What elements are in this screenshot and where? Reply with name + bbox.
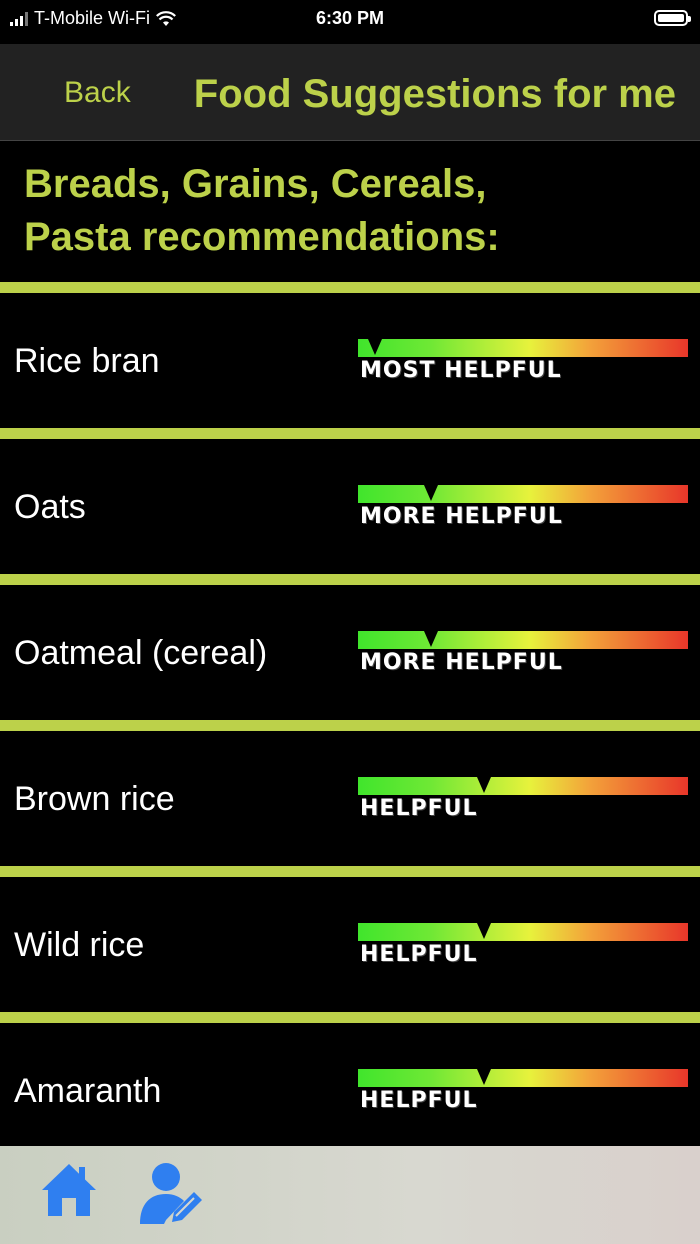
user-edit-icon[interactable] [136, 1160, 208, 1226]
rating-label: MORE HELPFUL [360, 504, 563, 529]
meter-marker [367, 339, 382, 355]
rating-label: HELPFUL [360, 1088, 478, 1113]
food-row[interactable]: Rice bran MOST HELPFUL [0, 282, 700, 428]
food-name: Brown rice [14, 780, 175, 818]
helpfulness-meter: HELPFUL [358, 923, 688, 983]
status-time: 6:30 PM [315, 8, 385, 28]
helpfulness-meter: HELPFUL [358, 777, 688, 837]
rating-label: MORE HELPFUL [360, 650, 563, 675]
food-name: Oatmeal (cereal) [14, 634, 268, 672]
food-name: Amaranth [14, 1072, 162, 1110]
food-name: Rice bran [14, 342, 160, 380]
meter-marker [424, 485, 438, 501]
meter-gradient-bar [358, 777, 688, 795]
status-bar: T-Mobile Wi-Fi 6:30 PM [0, 0, 700, 44]
helpfulness-meter: HELPFUL [358, 1069, 688, 1129]
back-button[interactable]: Back [64, 76, 131, 110]
rating-label: HELPFUL [360, 942, 478, 967]
food-row[interactable]: Wild rice HELPFUL [0, 866, 700, 1012]
food-name: Oats [14, 488, 86, 526]
battery-icon [654, 10, 691, 26]
meter-gradient-bar [358, 923, 688, 941]
food-list: Rice bran MOST HELPFUL Oats MORE HELPFUL Oat… [0, 282, 700, 1158]
meter-gradient-bar [358, 485, 688, 503]
section-title: Breads, Grains, Cereals, Pasta recommend… [24, 158, 664, 264]
food-row[interactable]: Oats MORE HELPFUL [0, 428, 700, 574]
meter-gradient-bar [358, 1069, 688, 1087]
section-title-line1: Breads, Grains, Cereals, [24, 162, 487, 206]
food-row[interactable]: Brown rice HELPFUL [0, 720, 700, 866]
helpfulness-meter: MORE HELPFUL [358, 485, 688, 545]
meter-marker [476, 923, 491, 939]
home-icon[interactable] [40, 1160, 98, 1218]
tab-bar [0, 1146, 700, 1244]
meter-marker [476, 777, 491, 793]
meter-gradient-bar [358, 631, 688, 649]
food-name: Wild rice [14, 926, 145, 964]
rating-label: HELPFUL [360, 796, 478, 821]
nav-bar: Back Food Suggestions for me [0, 44, 700, 141]
section-title-line2: Pasta recommendations: [24, 215, 500, 259]
meter-marker [476, 1069, 491, 1085]
page-title: Food Suggestions for me [193, 72, 676, 116]
meter-gradient-bar [358, 339, 688, 357]
rating-label: MOST HELPFUL [360, 358, 562, 383]
helpfulness-meter: MOST HELPFUL [358, 339, 688, 399]
food-row[interactable]: Amaranth HELPFUL [0, 1012, 700, 1158]
helpfulness-meter: MORE HELPFUL [358, 631, 688, 691]
meter-marker [424, 631, 438, 647]
food-row[interactable]: Oatmeal (cereal) MORE HELPFUL [0, 574, 700, 720]
